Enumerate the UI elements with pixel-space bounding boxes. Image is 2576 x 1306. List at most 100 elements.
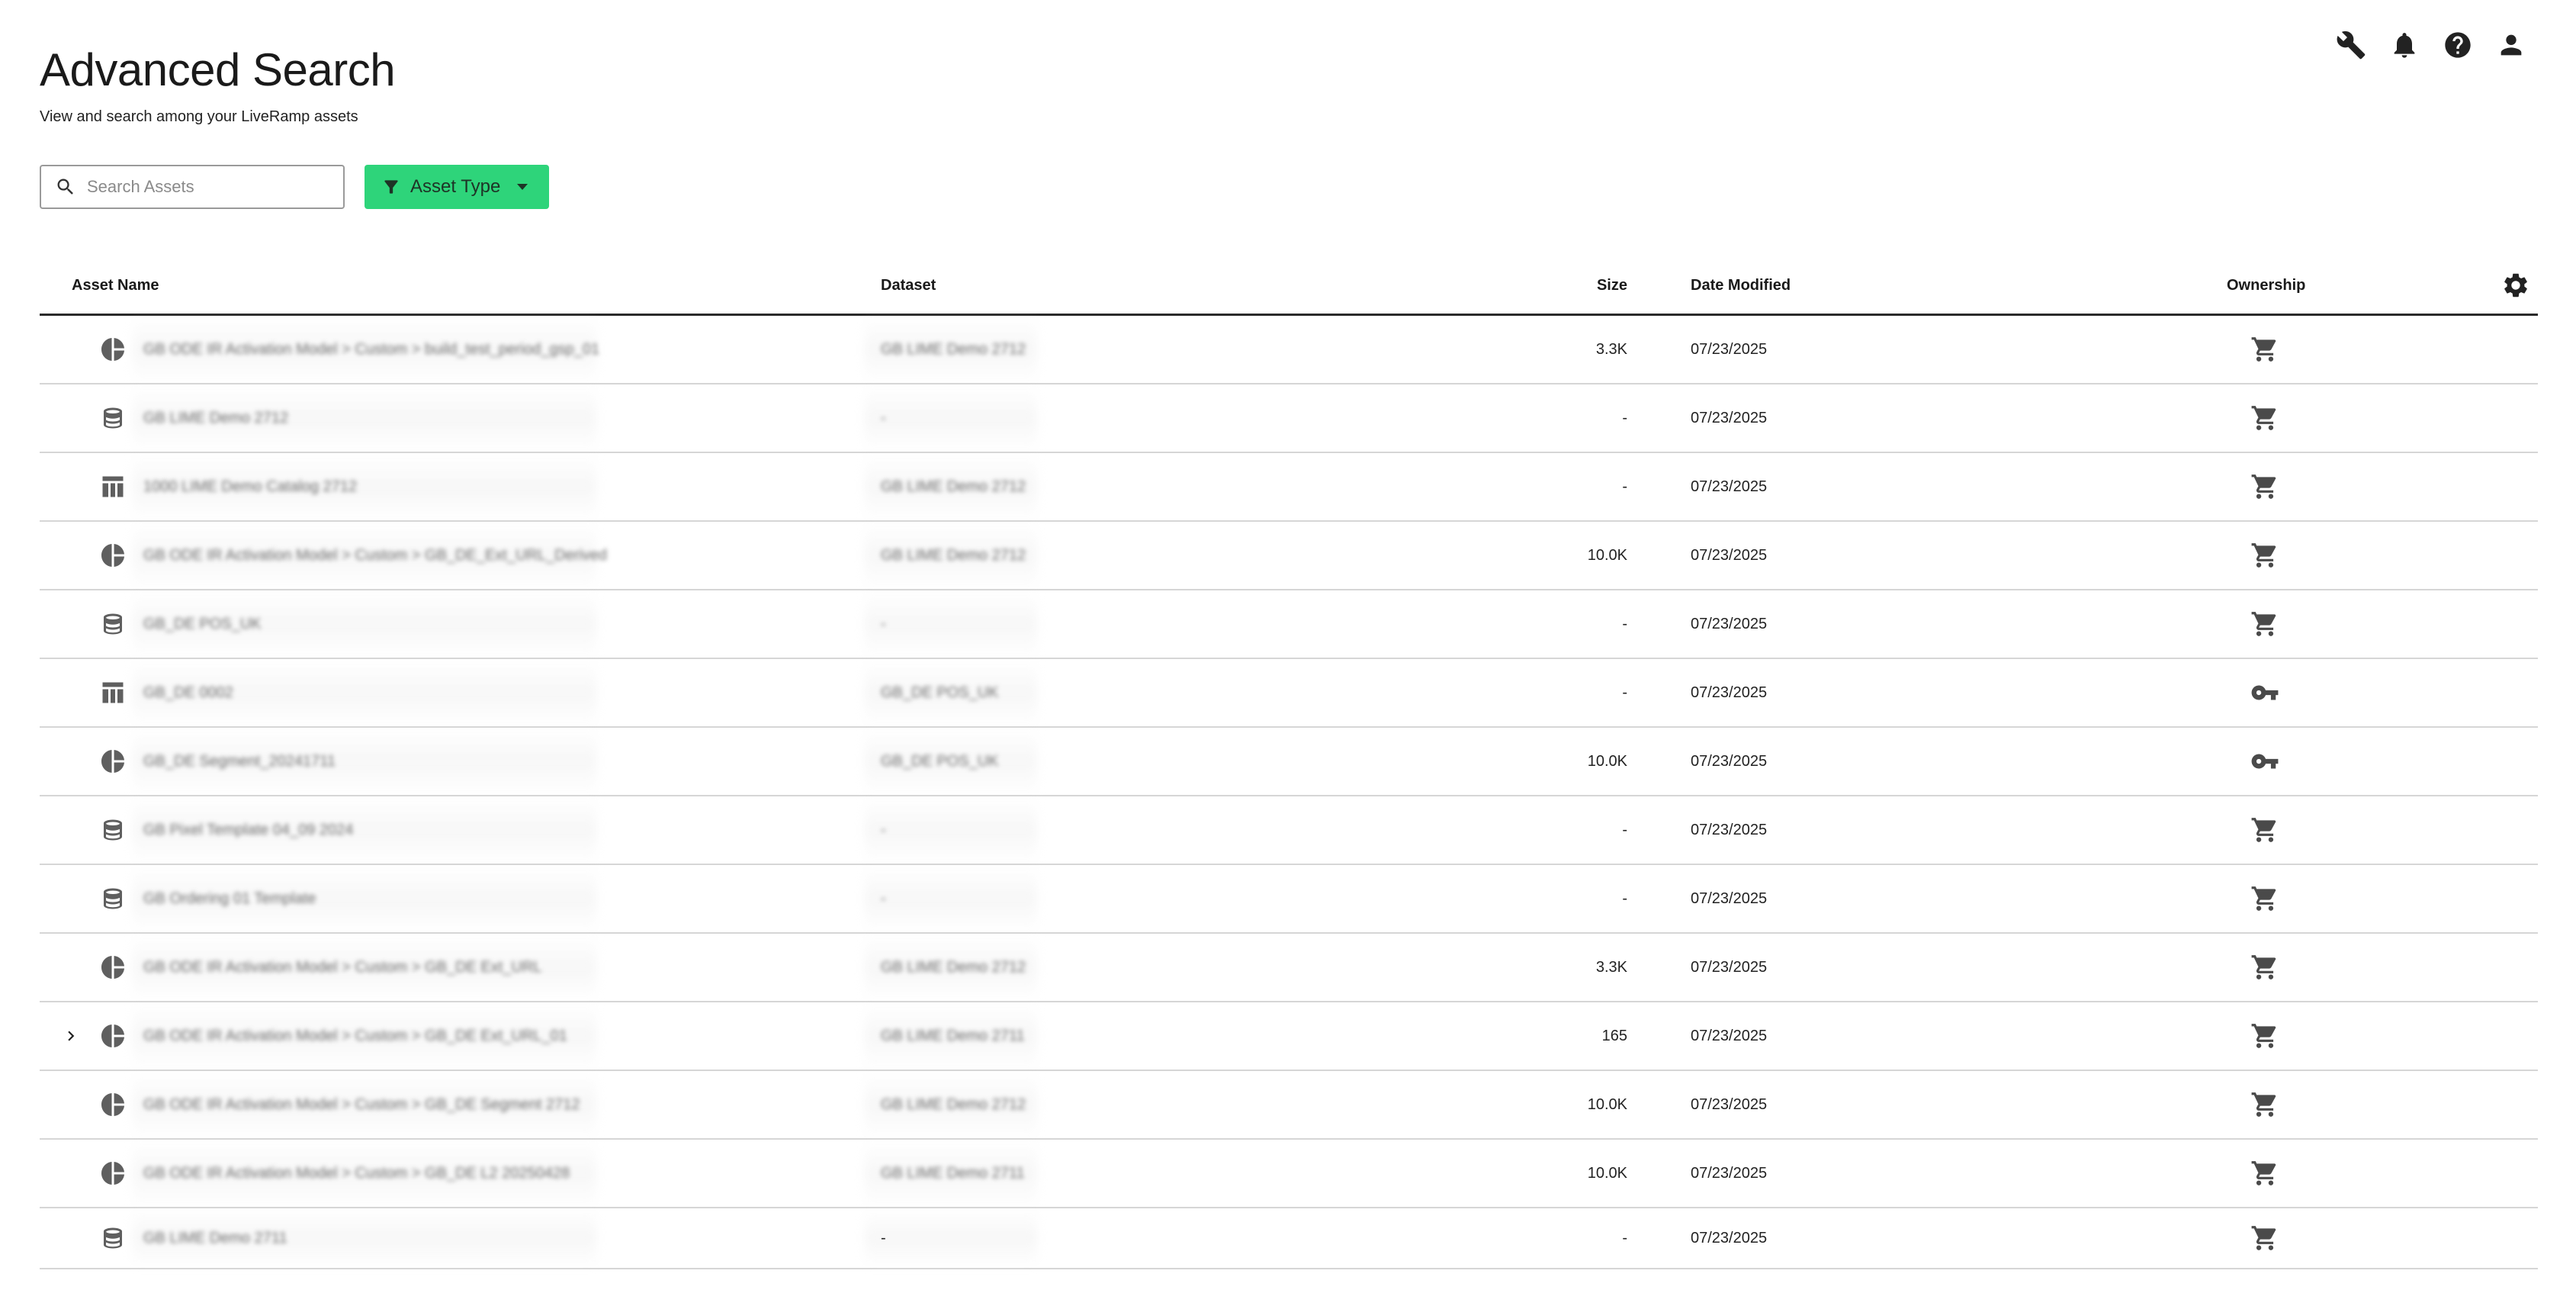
column-header-size[interactable]: Size <box>1597 255 1627 316</box>
table-row[interactable]: GB ODE IR Activation Model > Custom > GB… <box>40 1002 2538 1071</box>
table-row[interactable]: GB LIME Demo 2712 - - 07/23/2025 <box>40 384 2538 453</box>
table-icon <box>99 659 127 726</box>
column-header-ownership[interactable]: Ownership <box>2227 255 2305 316</box>
asset-size: - <box>1622 684 1627 701</box>
table-row[interactable]: GB_DE 0002 GB_DE POS_UK - 07/23/2025 <box>40 659 2538 728</box>
pie-chart-icon <box>99 728 127 795</box>
asset-size: 10.0K <box>1587 546 1627 564</box>
dataset-name: GB LIME Demo 2712 <box>881 1095 1026 1113</box>
top-toolbar <box>2332 26 2530 64</box>
table-row[interactable]: GB Ordering 01 Template - - 07/23/2025 <box>40 865 2538 934</box>
page-subtitle: View and search among your LiveRamp asse… <box>40 108 358 125</box>
column-header-asset-name[interactable]: Asset Name <box>72 255 159 316</box>
dataset-name: GB LIME Demo 2711 <box>881 1027 1025 1044</box>
table-row[interactable]: 1000 LIME Demo Catalog 2712 GB LIME Demo … <box>40 453 2538 522</box>
date-modified: 07/23/2025 <box>1691 889 1768 907</box>
caret-down-icon <box>517 184 528 190</box>
table-icon <box>99 453 127 520</box>
column-settings-gear-icon[interactable] <box>2501 255 2530 316</box>
table-row[interactable]: GB_DE POS_UK - - 07/23/2025 <box>40 590 2538 659</box>
asset-name[interactable]: GB Pixel Template 04_09 2024 <box>143 796 353 864</box>
asset-size: - <box>1622 889 1627 907</box>
blur-overlay <box>865 590 1037 658</box>
date-modified: 07/23/2025 <box>1691 409 1768 426</box>
asset-name[interactable]: GB LIME Demo 2712 <box>143 384 288 452</box>
date-modified: 07/23/2025 <box>1691 478 1768 495</box>
asset-name[interactable]: GB ODE IR Activation Model > Custom > GB… <box>143 1002 567 1070</box>
column-header-dataset[interactable]: Dataset <box>881 255 936 316</box>
bell-icon[interactable] <box>2385 26 2423 64</box>
database-icon <box>99 1208 127 1268</box>
search-box[interactable] <box>40 165 345 209</box>
filter-icon <box>384 180 398 194</box>
asset-size: 3.3K <box>1595 340 1627 358</box>
asset-name[interactable]: GB LIME Demo 2711 <box>143 1208 287 1268</box>
table-row[interactable]: GB ODE IR Activation Model > Custom > GB… <box>40 934 2538 1002</box>
shopping-cart-icon <box>2250 590 2280 658</box>
asset-size: - <box>1622 409 1627 426</box>
help-icon[interactable] <box>2439 26 2477 64</box>
page-title: Advanced Search <box>40 44 396 95</box>
key-icon <box>2250 728 2280 795</box>
assets-table: Asset Name Dataset Size Date Modified Ow… <box>40 255 2538 1269</box>
table-body: GB ODE IR Activation Model > Custom > bu… <box>40 316 2538 1269</box>
page-header: Advanced Search View and search among yo… <box>40 43 396 126</box>
date-modified: 07/23/2025 <box>1691 340 1768 358</box>
wrench-icon[interactable] <box>2332 26 2370 64</box>
asset-type-filter-button[interactable]: Asset Type <box>365 165 549 209</box>
column-header-date-modified[interactable]: Date Modified <box>1691 255 1791 316</box>
table-row[interactable]: GB Pixel Template 04_09 2024 - - 07/23/2025 <box>40 796 2538 865</box>
asset-name[interactable]: GB ODE IR Activation Model > Custom > GB… <box>143 1071 580 1138</box>
pie-chart-icon <box>99 1002 127 1070</box>
date-modified: 07/23/2025 <box>1691 546 1768 564</box>
date-modified: 07/23/2025 <box>1691 752 1768 770</box>
table-row[interactable]: GB LIME Demo 2711 - - 07/23/2025 <box>40 1208 2538 1269</box>
database-icon <box>99 796 127 864</box>
dataset-name: - <box>881 889 886 907</box>
user-icon[interactable] <box>2492 26 2530 64</box>
asset-size: 10.0K <box>1587 1164 1627 1182</box>
table-row[interactable]: GB ODE IR Activation Model > Custom > GB… <box>40 1140 2538 1208</box>
date-modified: 07/23/2025 <box>1691 1095 1768 1113</box>
shopping-cart-icon <box>2250 1208 2280 1268</box>
asset-name[interactable]: GB ODE IR Activation Model > Custom > GB… <box>143 1140 570 1207</box>
search-toolbar: Asset Type <box>40 165 549 209</box>
asset-name[interactable]: GB_DE Segment_20241711 <box>143 728 336 795</box>
asset-name[interactable]: GB ODE IR Activation Model > Custom > GB… <box>143 934 541 1001</box>
database-icon <box>99 384 127 452</box>
blur-overlay <box>865 865 1037 932</box>
asset-name[interactable]: GB_DE POS_UK <box>143 590 262 658</box>
asset-size: 165 <box>1601 1027 1627 1044</box>
dataset-name: GB LIME Demo 2711 <box>881 1164 1025 1182</box>
chevron-right-icon[interactable] <box>61 1002 81 1070</box>
shopping-cart-icon <box>2250 865 2280 932</box>
search-icon <box>57 179 73 195</box>
table-row[interactable]: GB_DE Segment_20241711 GB_DE POS_UK 10.0K 0… <box>40 728 2538 796</box>
date-modified: 07/23/2025 <box>1691 684 1768 701</box>
table-row[interactable]: GB ODE IR Activation Model > Custom > GB… <box>40 522 2538 590</box>
asset-size: - <box>1622 478 1627 495</box>
shopping-cart-icon <box>2250 1140 2280 1207</box>
asset-name[interactable]: GB_DE 0002 <box>143 659 233 726</box>
pie-chart-icon <box>99 316 127 383</box>
database-icon <box>99 865 127 932</box>
blur-overlay <box>865 1208 1037 1268</box>
table-row[interactable]: GB ODE IR Activation Model > Custom > bu… <box>40 316 2538 384</box>
database-icon <box>99 590 127 658</box>
asset-name[interactable]: 1000 LIME Demo Catalog 2712 <box>143 453 357 520</box>
dataset-name: GB_DE POS_UK <box>881 684 999 701</box>
search-input[interactable] <box>87 177 316 197</box>
dataset-name: GB_DE POS_UK <box>881 752 999 770</box>
asset-name[interactable]: GB Ordering 01 Template <box>143 865 316 932</box>
dataset-name: - <box>881 409 886 426</box>
shopping-cart-icon <box>2250 934 2280 1001</box>
pie-chart-icon <box>99 522 127 589</box>
date-modified: 07/23/2025 <box>1691 1164 1768 1182</box>
shopping-cart-icon <box>2250 453 2280 520</box>
dataset-name: GB LIME Demo 2712 <box>881 546 1026 564</box>
asset-name[interactable]: GB ODE IR Activation Model > Custom > GB… <box>143 522 607 589</box>
asset-name[interactable]: GB ODE IR Activation Model > Custom > bu… <box>143 316 599 383</box>
pie-chart-icon <box>99 934 127 1001</box>
asset-size: - <box>1622 821 1627 838</box>
table-row[interactable]: GB ODE IR Activation Model > Custom > GB… <box>40 1071 2538 1140</box>
